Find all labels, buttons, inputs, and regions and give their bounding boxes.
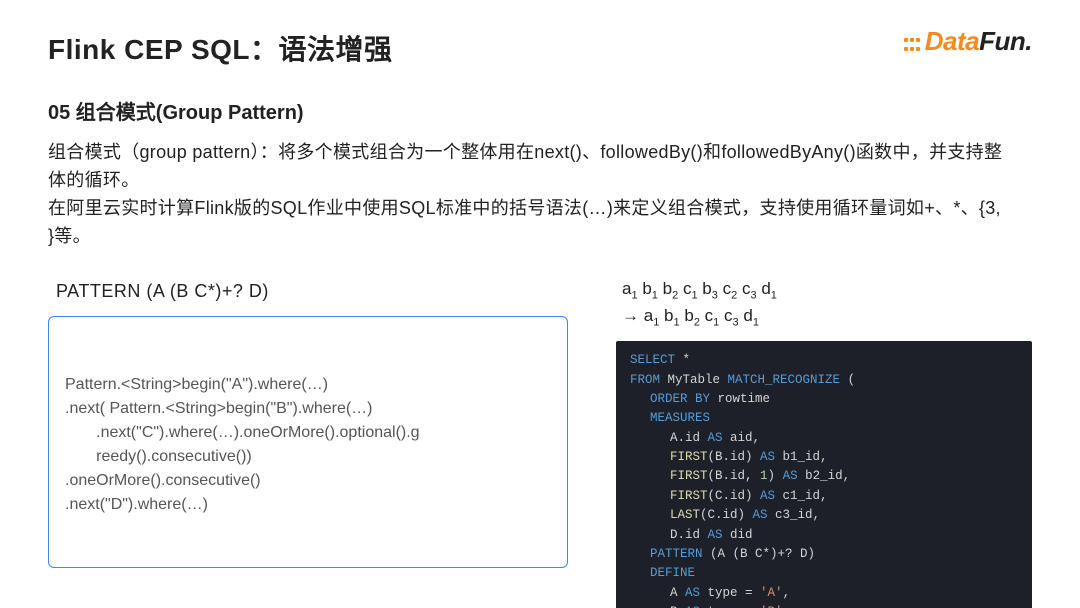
logo-dots-icon — [903, 34, 921, 52]
brand-logo: DataFun. — [903, 26, 1032, 57]
right-column: a1 b1 b2 c1 b3 c2 c3 d1 → a1 b1 b2 c1 c3… — [616, 277, 1032, 608]
sequence-output: → a1 b1 b2 c1 c3 d1 — [622, 304, 1032, 331]
slide: Flink CEP SQL：语法增强 DataFun. 05 组合模式(Grou… — [0, 0, 1080, 608]
logo-part1: Data — [925, 26, 979, 56]
two-column-layout: PATTERN (A (B C*)+? D) Pattern.<String>b… — [48, 277, 1032, 608]
sequence-input: a1 b1 b2 c1 b3 c2 c3 d1 — [622, 277, 1032, 304]
logo-part2: Fun. — [979, 26, 1032, 56]
java-code-box: Pattern.<String>begin("A").where(…) .nex… — [48, 316, 568, 568]
description-text: 组合模式（group pattern）：将多个模式组合为一个整体用在next()… — [48, 139, 1008, 251]
section-heading: 05 组合模式(Group Pattern) — [48, 96, 1032, 125]
java-code: Pattern.<String>begin("A").where(…) .nex… — [65, 373, 549, 517]
left-column: PATTERN (A (B C*)+? D) Pattern.<String>b… — [48, 277, 568, 608]
sql-code-block: SELECT * FROM MyTable MATCH_RECOGNIZE ( … — [616, 341, 1032, 608]
pattern-expression: PATTERN (A (B C*)+? D) — [56, 281, 568, 302]
slide-title: Flink CEP SQL：语法增强 — [48, 28, 1032, 68]
event-sequence: a1 b1 b2 c1 b3 c2 c3 d1 → a1 b1 b2 c1 c3… — [616, 277, 1032, 332]
